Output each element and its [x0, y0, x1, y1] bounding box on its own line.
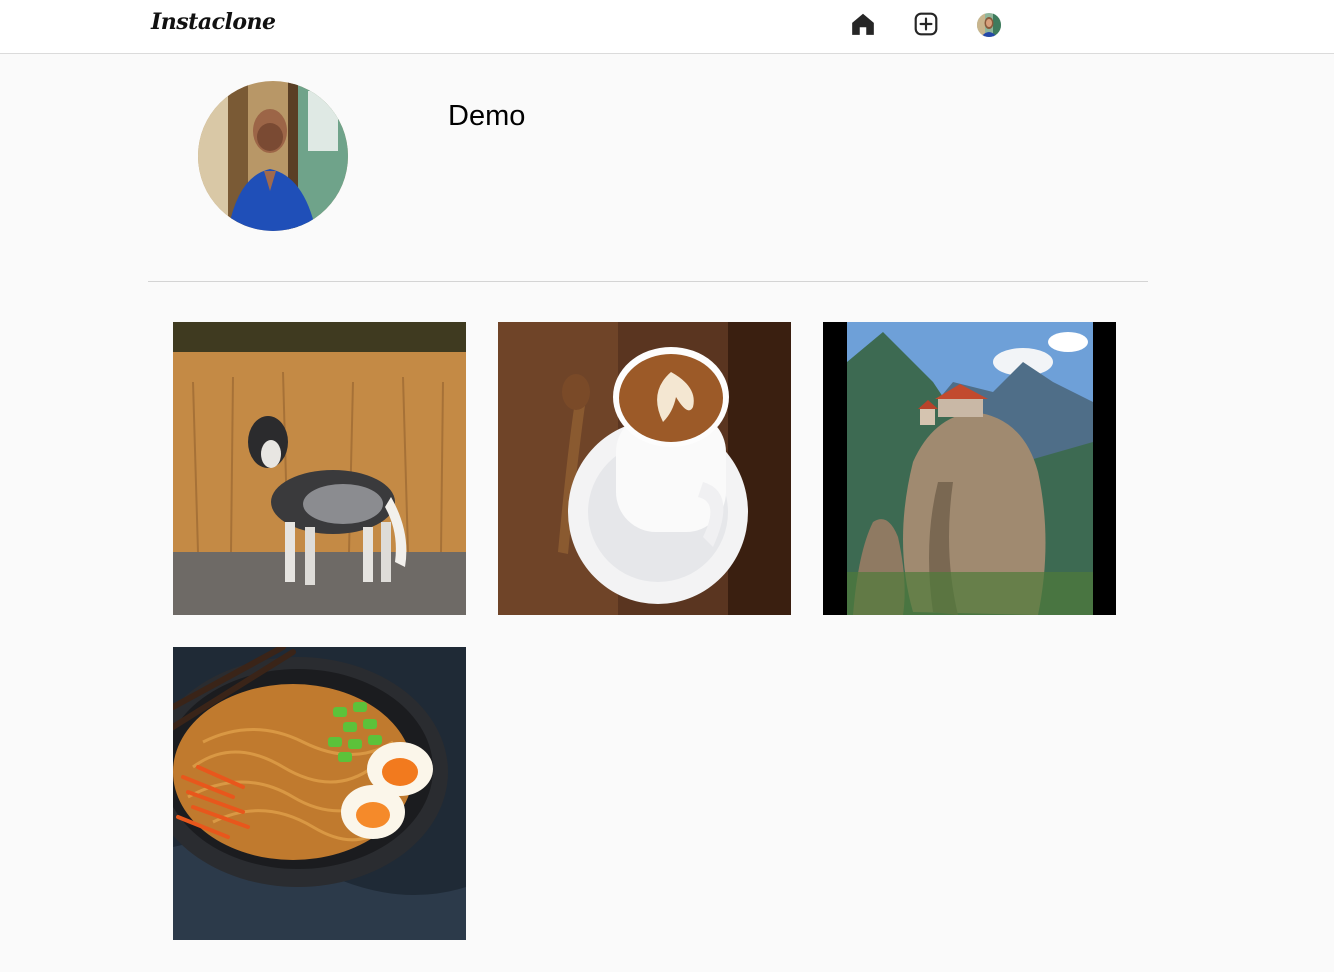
- post-tile-mountain[interactable]: [823, 322, 1116, 615]
- app-logo[interactable]: Instaclone: [151, 9, 276, 35]
- profile-username: Demo: [448, 100, 526, 132]
- home-icon[interactable]: [850, 11, 876, 37]
- post-tile-coffee[interactable]: [498, 322, 791, 615]
- profile-divider: [148, 281, 1148, 282]
- plus-square-icon[interactable]: [913, 11, 939, 37]
- top-navbar: Instaclone: [0, 0, 1334, 54]
- nav-avatar-icon[interactable]: [977, 13, 1001, 37]
- profile-avatar[interactable]: [198, 81, 348, 231]
- post-tile-dog[interactable]: [173, 322, 466, 615]
- post-tile-ramen[interactable]: [173, 647, 466, 940]
